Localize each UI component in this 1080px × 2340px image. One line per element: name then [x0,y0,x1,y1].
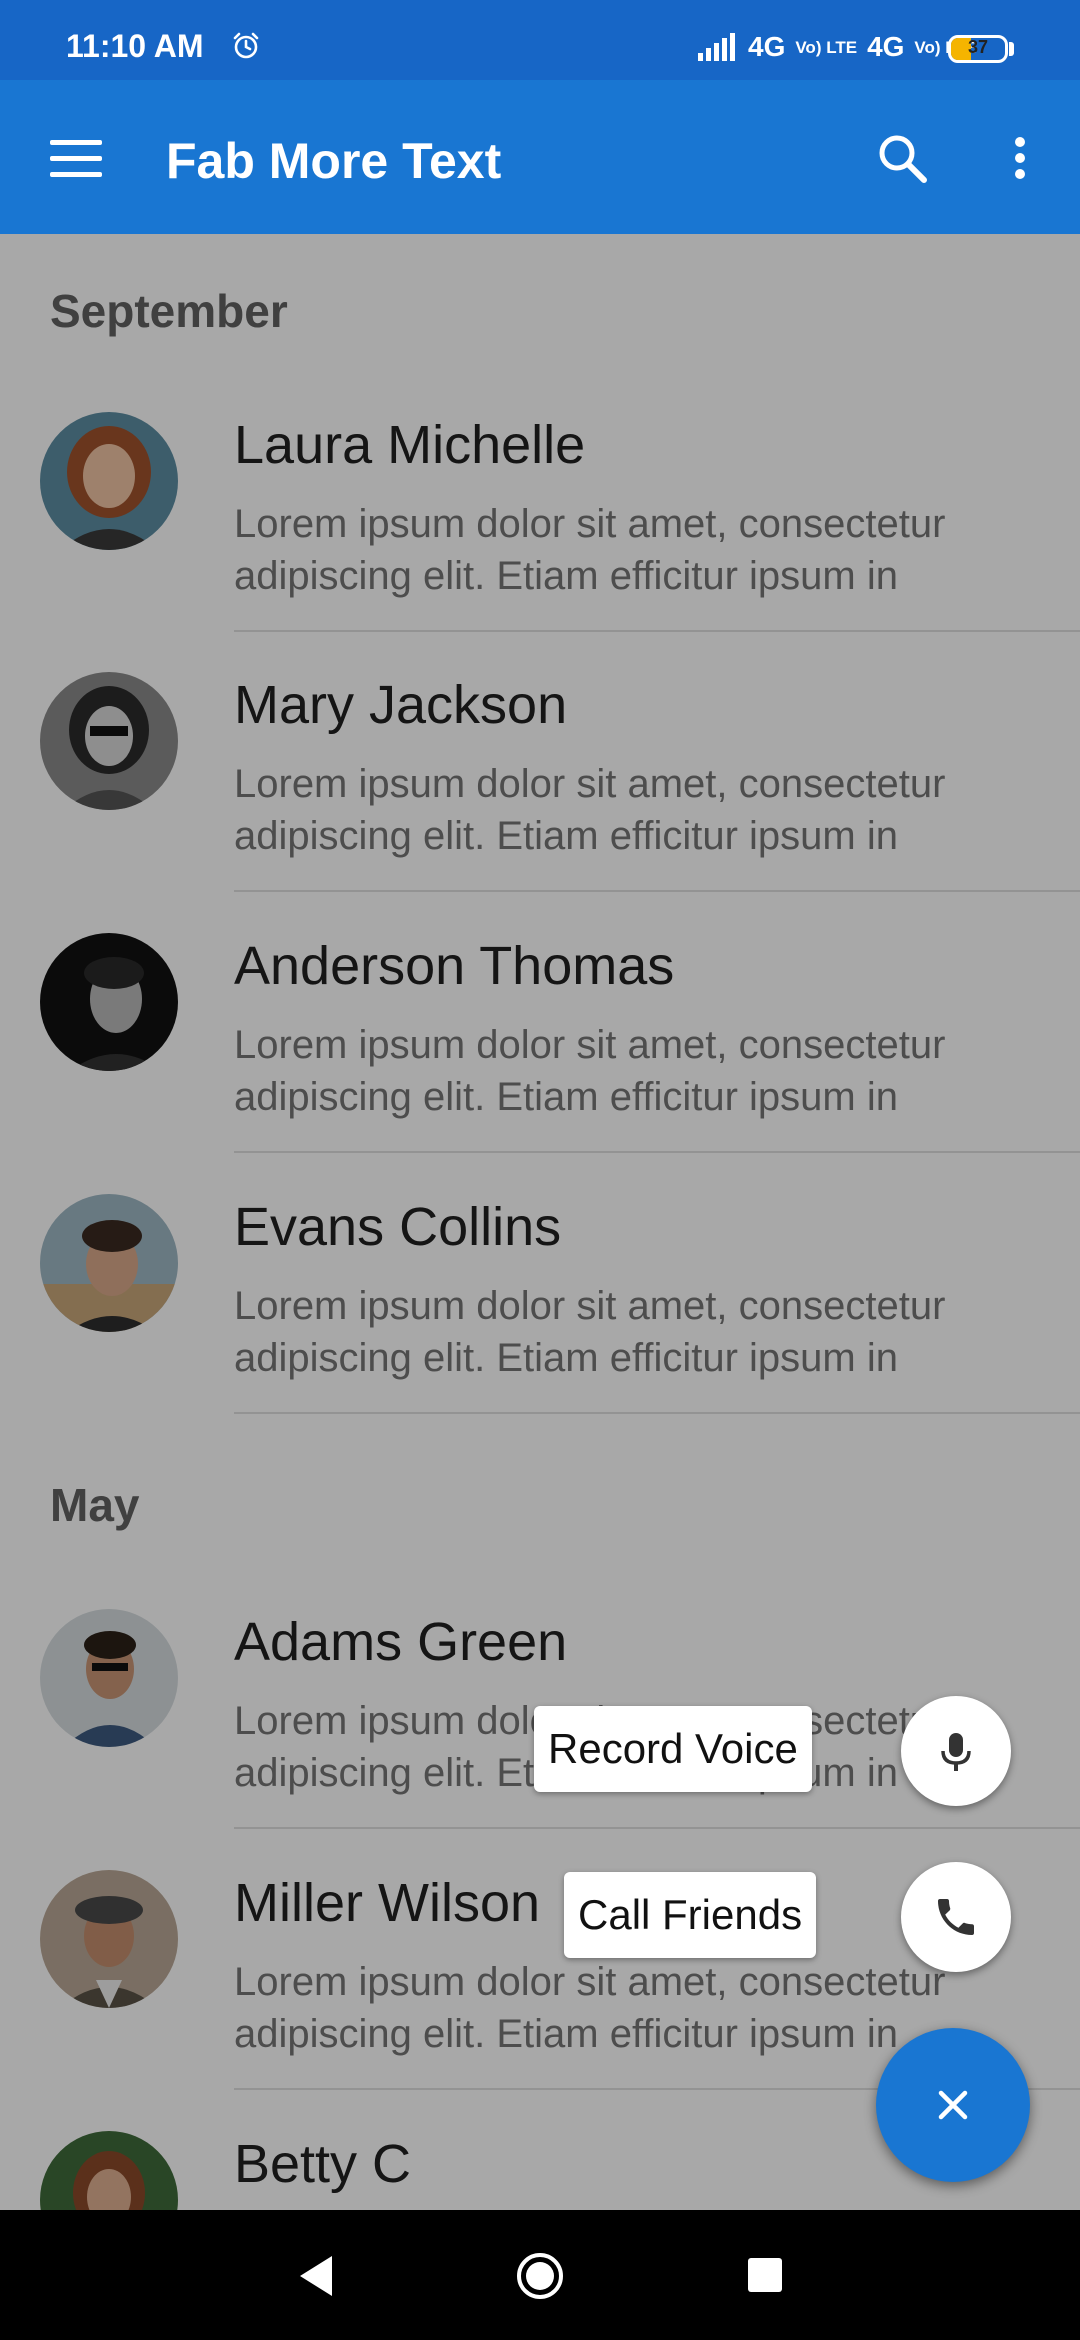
home-icon[interactable] [516,2252,564,2300]
more-vertical-icon[interactable] [1000,130,1040,190]
network-status: 4G Vo) LTE 4G Vo) LTE [698,30,976,64]
app-bar: Fab More Text [0,80,1080,234]
signal-icon [698,33,735,61]
mic-icon [941,1733,971,1771]
record-voice-label[interactable]: Record Voice [534,1706,812,1792]
battery-tip [1009,42,1014,56]
recents-icon[interactable] [748,2258,782,2292]
search-icon[interactable] [872,128,932,188]
phone-icon [938,1899,974,1935]
network-type-1: 4G [748,31,786,62]
system-nav-bar [0,2210,1080,2340]
status-time: 11:10 AM [66,28,204,64]
status-bar: 11:10 AM 4G Vo) LTE 4G Vo) LTE 37 [0,0,1080,80]
app-title: Fab More Text [166,133,502,189]
battery-icon: 37 [948,35,1008,63]
alarm-icon [233,32,259,59]
network-type-2: 4G [867,31,905,62]
record-voice-button[interactable] [901,1696,1011,1806]
menu-icon[interactable] [50,140,102,178]
back-icon[interactable] [296,2254,336,2298]
close-icon [938,2090,968,2120]
call-friends-button[interactable] [901,1862,1011,1972]
call-friends-label[interactable]: Call Friends [564,1872,817,1958]
battery-level: 37 [967,37,989,57]
volte-badge-1: Vo) LTE [795,37,858,57]
fab-close-button[interactable] [876,2028,1030,2182]
